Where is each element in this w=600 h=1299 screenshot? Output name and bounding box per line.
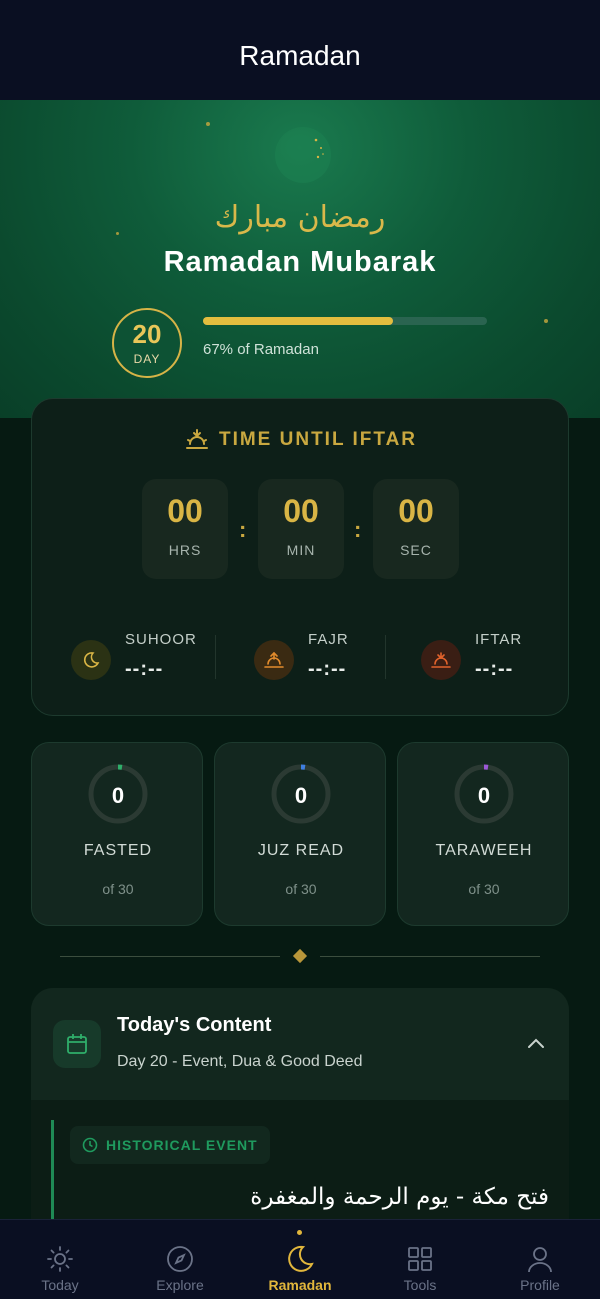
- stat-total: of 30: [285, 881, 317, 897]
- hero-title: Ramadan Mubarak: [163, 246, 437, 278]
- countdown-heading-label: TIME UNTIL IFTAR: [218, 429, 418, 450]
- day-number: 20: [132, 319, 162, 349]
- nav-item-profile[interactable]: Profile: [480, 1220, 600, 1299]
- nav-item-ramadan[interactable]: Ramadan: [240, 1220, 360, 1299]
- prayer-time: --:--: [308, 658, 347, 680]
- crescent-moon-icon: [275, 127, 331, 183]
- prayer-suhoor: SUHOOR --:--: [71, 629, 197, 681]
- prayer-name: SUHOOR: [125, 631, 197, 648]
- tag-label: HISTORICAL EVENT: [106, 1137, 258, 1153]
- prayer-name: IFTAR: [475, 631, 523, 648]
- prayer-time: --:--: [475, 658, 514, 680]
- minutes-label: MIN: [286, 542, 316, 558]
- nav-label: Ramadan: [268, 1277, 332, 1293]
- prayer-name: FAJR: [308, 631, 349, 648]
- divider-line: [60, 956, 280, 957]
- decorative-star: [544, 319, 548, 323]
- crescent-icon: [285, 1244, 315, 1274]
- minutes-value: 00: [283, 493, 319, 529]
- stat-value: 0: [294, 783, 308, 808]
- divider-line: [320, 956, 540, 957]
- sunset-icon: [185, 429, 208, 449]
- divider: [385, 635, 386, 679]
- page-title: Ramadan: [239, 40, 361, 71]
- clock-icon: [82, 1137, 98, 1153]
- hours-value: 00: [167, 493, 203, 529]
- prayer-fajr: FAJR --:--: [254, 629, 349, 681]
- bottom-navigation: Today Explore Ramadan Tools Profile: [0, 1219, 600, 1299]
- sunset-icon: [421, 640, 461, 680]
- hours-label: HRS: [168, 542, 202, 558]
- ramadan-progress-fill: [203, 317, 394, 325]
- stat-label: JUZ READ: [257, 842, 345, 859]
- time-separator: :: [239, 517, 247, 542]
- day-label: DAY: [133, 352, 161, 366]
- nav-item-explore[interactable]: Explore: [120, 1220, 240, 1299]
- todays-content-card: Today's Content Day 20 - Event, Dua & Go…: [31, 988, 569, 1228]
- prayer-time: --:--: [125, 658, 164, 680]
- content-title: Today's Content: [117, 1014, 272, 1036]
- progress-text: 67% of Ramadan: [203, 341, 319, 358]
- nav-label: Explore: [156, 1277, 204, 1293]
- nav-item-today[interactable]: Today: [0, 1220, 120, 1299]
- nav-item-tools[interactable]: Tools: [360, 1220, 480, 1299]
- stat-card-taraweeh[interactable]: 0 TARAWEEH of 30: [397, 742, 569, 926]
- sun-icon: [45, 1244, 75, 1274]
- sunrise-icon: [254, 640, 294, 680]
- todays-content-body: HISTORICAL EVENT فتح مكة - يوم الرحمة وا…: [31, 1100, 569, 1228]
- chevron-up-icon[interactable]: [525, 1034, 547, 1052]
- todays-content-header[interactable]: Today's Content Day 20 - Event, Dua & Go…: [31, 988, 569, 1100]
- nav-label: Today: [41, 1277, 79, 1293]
- decorative-star: [206, 122, 210, 126]
- historical-event-tag: HISTORICAL EVENT: [70, 1126, 270, 1164]
- iftar-countdown-card: TIME UNTIL IFTAR 00 HRS : 00 MIN : 00 SE…: [31, 398, 569, 716]
- stat-label: TARAWEEH: [435, 842, 533, 859]
- stat-card-juz-read[interactable]: 0 JUZ READ of 30: [214, 742, 386, 926]
- nav-label: Profile: [520, 1277, 560, 1293]
- stat-label: FASTED: [83, 842, 153, 859]
- calendar-icon: [53, 1020, 101, 1068]
- seconds-value: 00: [398, 493, 434, 529]
- seconds-label: SEC: [400, 542, 432, 558]
- content-subtitle: Day 20 - Event, Dua & Good Deed: [117, 1053, 363, 1070]
- compass-icon: [165, 1244, 195, 1274]
- stat-value: 0: [477, 783, 491, 808]
- prayer-iftar: IFTAR --:--: [421, 629, 522, 681]
- hero-banner: رمضان مبارك Ramadan Mubarak 20 DAY 67% o…: [0, 100, 600, 418]
- moon-icon: [71, 640, 111, 680]
- event-title-arabic: فتح مكة - يوم الرحمة والمغفرة: [250, 1184, 549, 1210]
- divider: [215, 635, 216, 679]
- stat-total: of 30: [102, 881, 134, 897]
- user-icon: [525, 1244, 555, 1274]
- minutes-box: 00 MIN: [258, 479, 344, 579]
- countdown-heading: TIME UNTIL IFTAR: [32, 429, 570, 451]
- stat-card-fasted[interactable]: 0 FASTED of 30: [31, 742, 203, 926]
- day-badge: 20 DAY: [112, 308, 182, 378]
- grid-icon: [405, 1244, 435, 1274]
- top-app-bar: Ramadan: [0, 0, 600, 100]
- arabic-greeting: رمضان مبارك: [214, 200, 386, 235]
- nav-label: Tools: [403, 1277, 437, 1293]
- stat-value: 0: [111, 783, 125, 808]
- diamond-icon: [292, 948, 308, 964]
- accent-bar: [51, 1120, 54, 1228]
- hours-box: 00 HRS: [142, 479, 228, 579]
- ornamental-divider: [60, 948, 540, 964]
- time-separator: :: [354, 517, 362, 542]
- stat-total: of 30: [468, 881, 500, 897]
- ramadan-progress-bar: [203, 317, 487, 325]
- seconds-box: 00 SEC: [373, 479, 459, 579]
